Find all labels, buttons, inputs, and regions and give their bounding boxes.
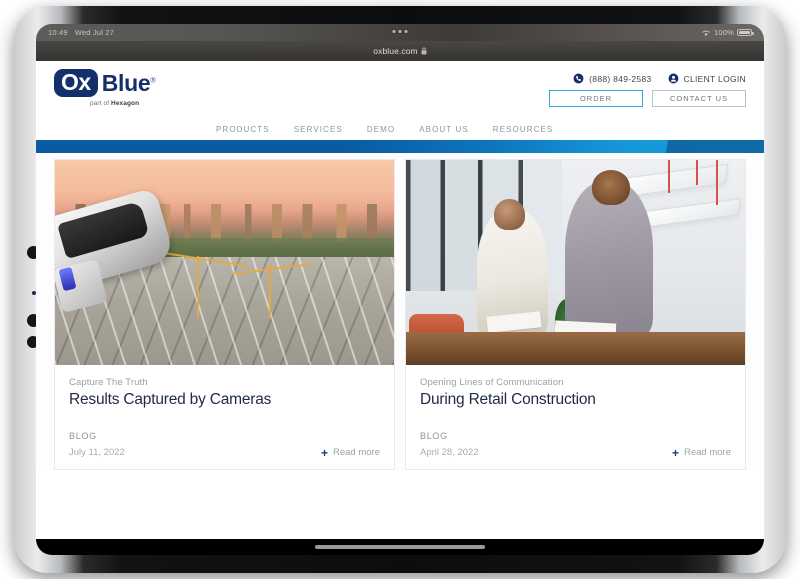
card-title: Results Captured by Cameras <box>69 391 272 408</box>
blue-accent-strip <box>36 140 764 153</box>
card-body: Opening Lines of Communication During Re… <box>406 365 745 469</box>
nav-item-services[interactable]: SERVICES <box>294 125 343 134</box>
lock-icon <box>421 47 427 55</box>
browser-url-bar[interactable]: oxblue.com <box>36 30 764 61</box>
card-meta: BLOG April 28, 2022 + Read more <box>420 431 731 459</box>
oxblue-logo[interactable]: Ox Blue® <box>54 69 156 98</box>
brand-block[interactable]: Ox Blue® part of Hexagon <box>54 69 155 107</box>
logo-blue-word: Blue® <box>101 70 156 96</box>
blog-card-grid: Capture The Truth Results Captured by Ca… <box>36 153 764 470</box>
phone-link[interactable]: (888) 849-2583 <box>573 73 651 84</box>
card-date: April 28, 2022 <box>420 447 479 459</box>
blog-card[interactable]: Opening Lines of Communication During Re… <box>405 159 746 470</box>
read-more-link[interactable]: + Read more <box>672 447 731 459</box>
header-button-row: ORDER CONTACT US <box>549 90 746 107</box>
plus-icon: + <box>320 445 328 460</box>
client-login-label: CLIENT LOGIN <box>683 73 746 84</box>
card-kicker: Capture The Truth <box>69 377 148 388</box>
phone-icon <box>573 73 584 84</box>
battery-percent: 100% <box>714 28 734 37</box>
tagline-brand: Hexagon <box>111 100 140 108</box>
card-image-construction <box>55 160 394 365</box>
status-bar-right: 100% <box>701 28 754 37</box>
site-header: Ox Blue® part of Hexagon (888) 849-2583 … <box>36 61 764 125</box>
nav-item-products[interactable]: PRODUCTS <box>216 125 270 134</box>
user-icon <box>668 73 678 84</box>
contact-us-button[interactable]: CONTACT US <box>652 90 746 107</box>
tab-dots-icon[interactable] <box>392 30 408 33</box>
plus-icon: + <box>671 445 679 460</box>
nav-item-resources[interactable]: RESOURCES <box>493 125 554 134</box>
brand-tagline: part of Hexagon <box>90 100 155 107</box>
web-page: Ox Blue® part of Hexagon (888) 849-2583 … <box>36 61 764 555</box>
tagline-prefix: part of <box>90 100 112 108</box>
status-bar-left: 10:49 Wed Jul 27 <box>48 28 114 37</box>
header-contact-row: (888) 849-2583 CLIENT LOGIN <box>573 73 746 84</box>
card-title: During Retail Construction <box>420 391 596 408</box>
header-right: (888) 849-2583 CLIENT LOGIN ORDER CONTAC… <box>549 69 746 107</box>
home-indicator[interactable] <box>315 545 485 549</box>
card-meta: BLOG July 11, 2022 + Read more <box>69 431 380 459</box>
main-navigation: PRODUCTS SERVICES DEMO ABOUT US RESOURCE… <box>36 125 764 140</box>
card-category: BLOG <box>420 430 448 441</box>
status-time: 10:49 <box>48 28 68 37</box>
read-more-label: Read more <box>684 447 731 459</box>
status-date: Wed Jul 27 <box>74 28 115 37</box>
logo-ox-mark: Ox <box>54 69 98 98</box>
card-category: BLOG <box>69 430 97 441</box>
url-text-value: oxblue.com <box>373 46 418 56</box>
blog-card[interactable]: Capture The Truth Results Captured by Ca… <box>54 159 395 470</box>
read-more-label: Read more <box>333 447 380 459</box>
card-footer: July 11, 2022 + Read more <box>69 447 380 459</box>
registered-mark: ® <box>150 77 156 85</box>
url-display[interactable]: oxblue.com <box>373 46 427 56</box>
card-footer: April 28, 2022 + Read more <box>420 447 731 459</box>
card-kicker: Opening Lines of Communication <box>420 377 564 388</box>
card-date: July 11, 2022 <box>69 447 125 459</box>
card-body: Capture The Truth Results Captured by Ca… <box>55 365 394 469</box>
device-screen-bezel: 10:49 Wed Jul 27 100% oxblue.com Ox Blue… <box>36 24 764 555</box>
order-button[interactable]: ORDER <box>549 90 643 107</box>
battery-icon <box>737 29 754 36</box>
read-more-link[interactable]: + Read more <box>321 447 380 459</box>
phone-number: (888) 849-2583 <box>589 73 652 84</box>
nav-item-about-us[interactable]: ABOUT US <box>419 125 469 134</box>
nav-item-demo[interactable]: DEMO <box>367 125 395 134</box>
card-image-office <box>406 160 745 365</box>
ipad-device-frame: 10:49 Wed Jul 27 100% oxblue.com Ox Blue… <box>14 6 786 573</box>
screen: 10:49 Wed Jul 27 100% oxblue.com Ox Blue… <box>36 24 764 555</box>
wifi-icon <box>702 30 710 36</box>
client-login-link[interactable]: CLIENT LOGIN <box>668 73 747 84</box>
